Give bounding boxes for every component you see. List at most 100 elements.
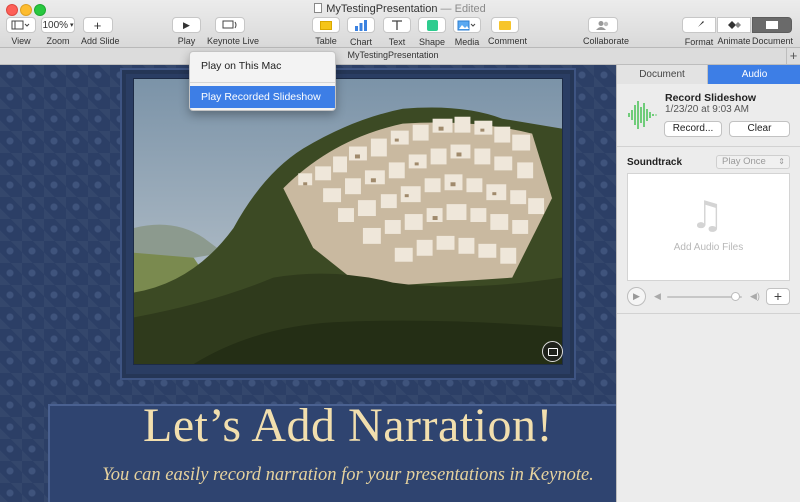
play-icon: ▶ bbox=[633, 291, 640, 301]
add-slide-control[interactable]: + Add Slide bbox=[81, 17, 120, 46]
music-note-icon: ♫ bbox=[690, 193, 725, 237]
zoom-control[interactable]: 100% ▾ Zoom bbox=[41, 17, 75, 46]
shape-label: Shape bbox=[418, 36, 446, 47]
table-button[interactable] bbox=[312, 17, 340, 33]
collaborate-icon bbox=[596, 21, 609, 30]
slide-photo[interactable] bbox=[133, 78, 563, 365]
document-tab[interactable]: MyTestingPresentation bbox=[0, 50, 786, 60]
chart-label: Chart bbox=[349, 36, 372, 47]
volume-slider-knob[interactable] bbox=[731, 292, 740, 301]
view-control[interactable]: View bbox=[6, 17, 36, 46]
play-control[interactable]: ▶ Play bbox=[172, 17, 201, 46]
media-icon bbox=[457, 20, 476, 30]
document-inspector: Document Audio Record Slideshow 1/23/20 … bbox=[616, 65, 800, 502]
tab-audio[interactable]: Audio bbox=[708, 65, 800, 84]
add-audio-files-text: Add Audio Files bbox=[673, 242, 744, 253]
play-dropdown-menu: Play on This Mac Play Recorded Slideshow bbox=[189, 51, 336, 111]
volume-low-icon: ◀ bbox=[654, 291, 661, 301]
window-title: MyTestingPresentation — Edited bbox=[0, 3, 800, 15]
chart-icon bbox=[355, 19, 367, 31]
play-label: Play bbox=[177, 36, 196, 46]
add-slide-label: Add Slide bbox=[81, 36, 120, 46]
document-panel-icon bbox=[766, 21, 778, 29]
chart-control[interactable]: Chart bbox=[347, 17, 375, 47]
text-control[interactable]: Text bbox=[383, 17, 411, 47]
keynote-live-label: Keynote Live bbox=[207, 36, 260, 46]
comment-label: Comment bbox=[488, 36, 528, 46]
menu-separator bbox=[190, 82, 335, 83]
collaborate-control[interactable]: Collaborate bbox=[583, 17, 630, 46]
document-control[interactable]: Document bbox=[752, 17, 794, 46]
animate-control[interactable]: Animate bbox=[717, 17, 751, 46]
table-control[interactable]: Table bbox=[312, 17, 340, 46]
media-control[interactable]: Media bbox=[453, 17, 481, 47]
document-icon bbox=[314, 3, 323, 13]
keynote-live-icon bbox=[222, 20, 236, 29]
replace-image-button[interactable] bbox=[542, 341, 563, 362]
menu-item-play-on-this-mac[interactable]: Play on This Mac bbox=[190, 55, 335, 77]
format-label: Format bbox=[684, 36, 714, 47]
comment-icon bbox=[499, 20, 511, 30]
zoom-label: Zoom bbox=[46, 36, 70, 46]
chevron-updown-icon: ⇕ bbox=[778, 157, 785, 166]
text-label: Text bbox=[388, 36, 406, 47]
record-button[interactable]: Record... bbox=[664, 121, 722, 137]
edited-status: — Edited bbox=[440, 3, 486, 15]
document-button[interactable] bbox=[752, 17, 792, 33]
add-audio-button[interactable]: + bbox=[766, 288, 790, 305]
zoom-value: 100% bbox=[42, 19, 69, 31]
chart-button[interactable] bbox=[347, 17, 375, 33]
window-titlebar: MyTestingPresentation — Edited View 100%… bbox=[0, 0, 800, 48]
inspector-tabs: Document Audio bbox=[617, 65, 800, 84]
volume-high-icon: ◀) bbox=[750, 291, 760, 301]
soundtrack-mode-value: Play Once bbox=[722, 156, 766, 167]
document-tab-bar: MyTestingPresentation + bbox=[0, 48, 800, 65]
format-brush-icon bbox=[695, 20, 704, 30]
new-tab-button[interactable]: + bbox=[786, 48, 800, 64]
recording-date: 1/23/20 at 9:03 AM bbox=[665, 104, 749, 115]
slide-title[interactable]: Let’s Add Narration! bbox=[48, 398, 616, 453]
table-label: Table bbox=[315, 36, 337, 46]
format-control[interactable]: Format bbox=[682, 17, 716, 47]
shape-icon bbox=[426, 19, 438, 31]
format-button[interactable] bbox=[682, 17, 716, 33]
soundtrack-label: Soundtrack bbox=[627, 157, 683, 168]
collaborate-button[interactable] bbox=[588, 17, 618, 33]
animate-button[interactable] bbox=[717, 17, 751, 33]
comment-button[interactable] bbox=[491, 17, 519, 33]
image-icon bbox=[547, 347, 558, 356]
text-button[interactable] bbox=[383, 17, 411, 33]
record-slideshow-title: Record Slideshow bbox=[665, 92, 757, 104]
document-label: Document bbox=[752, 36, 794, 46]
comment-control[interactable]: Comment bbox=[488, 17, 528, 46]
zoom-button[interactable]: 100% ▾ bbox=[41, 17, 75, 33]
soundtrack-mode-select[interactable]: Play Once ⇕ bbox=[716, 155, 790, 169]
animate-label: Animate bbox=[717, 36, 751, 46]
chevron-down-icon: ▾ bbox=[70, 22, 74, 29]
play-button[interactable]: ▶ bbox=[172, 17, 201, 33]
text-icon bbox=[392, 19, 402, 30]
keynote-live-control[interactable]: Keynote Live bbox=[207, 17, 260, 46]
shape-button[interactable] bbox=[418, 17, 446, 33]
waveform-icon bbox=[628, 101, 657, 129]
audio-drop-zone[interactable]: ♫ Add Audio Files bbox=[627, 173, 790, 281]
plus-icon: + bbox=[773, 288, 783, 304]
view-label: View bbox=[11, 36, 31, 46]
view-button[interactable] bbox=[6, 17, 36, 33]
clear-button[interactable]: Clear bbox=[729, 121, 790, 137]
section-divider bbox=[617, 313, 800, 314]
keynote-live-button[interactable] bbox=[214, 17, 245, 33]
collaborate-label: Collaborate bbox=[583, 36, 630, 46]
media-button[interactable] bbox=[453, 17, 481, 33]
soundtrack-play-button[interactable]: ▶ bbox=[627, 287, 646, 306]
plus-icon: + bbox=[93, 17, 102, 33]
menu-item-play-recorded-slideshow[interactable]: Play Recorded Slideshow bbox=[190, 86, 335, 108]
add-slide-button[interactable]: + bbox=[82, 17, 113, 33]
play-icon: ▶ bbox=[183, 19, 190, 30]
tab-document[interactable]: Document bbox=[617, 65, 708, 84]
section-divider bbox=[617, 146, 800, 147]
table-icon bbox=[320, 20, 332, 30]
slide-subtitle[interactable]: You can easily record narration for your… bbox=[48, 465, 616, 486]
slide-canvas[interactable]: Let’s Add Narration! You can easily reco… bbox=[0, 65, 616, 502]
shape-control[interactable]: Shape bbox=[418, 17, 446, 47]
